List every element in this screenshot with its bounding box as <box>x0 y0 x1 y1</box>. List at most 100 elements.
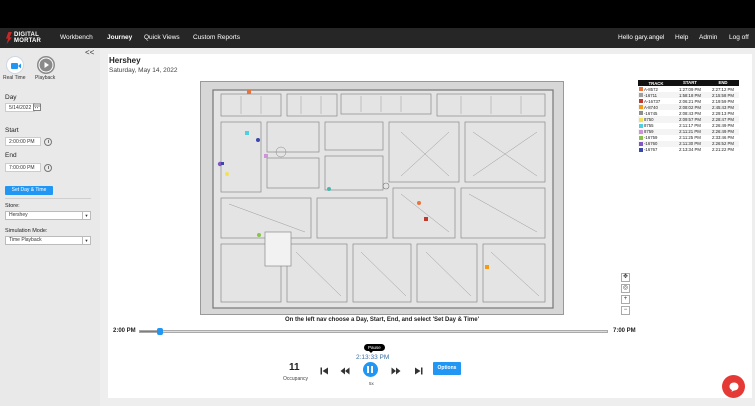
legend-track-cell: -16760 <box>638 141 673 146</box>
pause-speed-icon <box>367 366 373 373</box>
track-marker-a-8572[interactable] <box>247 90 251 94</box>
start-clock-icon[interactable] <box>44 138 52 146</box>
track-color-swatch <box>639 135 643 140</box>
legend-track-cell: -16745 <box>638 111 673 116</box>
track-color-swatch <box>639 111 643 116</box>
legend-row: 8750 2:09:57 PM 2:28:47 PM <box>638 116 739 123</box>
nav-journey[interactable]: Journey <box>107 34 132 41</box>
store-floor-plan[interactable] <box>200 81 564 315</box>
day-input[interactable]: 5/14/2022 <box>5 103 35 112</box>
legend-row: 8755 2:11:17 PM 2:26:49 PM <box>638 122 739 129</box>
legend-track-id: A-8740 <box>644 104 658 110</box>
store-select-value: Hershey <box>9 212 28 218</box>
logo-line2: MORTAR <box>14 38 42 44</box>
legend-start-cell: 2:09:57 PM <box>679 117 701 123</box>
legend-track-cell: A-8740 <box>638 105 673 110</box>
legend-row: -16711 1:58:18 PM 2:15:58 PM <box>638 92 739 99</box>
legend-col-start: START <box>682 80 697 85</box>
legend-row: A-8740 2:08:02 PM 2:45:43 PM <box>638 104 739 111</box>
track-marker-teal[interactable] <box>327 187 331 191</box>
track-legend: TRACK START END A-8572 1:27:09 PM 2:27:12 … <box>638 80 739 154</box>
chat-bubble-icon <box>729 382 738 392</box>
playback-button[interactable] <box>37 56 55 74</box>
legend-end-cell: 2:29:13 PM <box>712 110 734 116</box>
store-select[interactable]: Hershey ▼ <box>5 211 91 220</box>
legend-track-cell: -16767 <box>638 147 673 152</box>
legend-track-id: 8750 <box>644 117 654 123</box>
set-day-time-button[interactable]: Set Day & Time <box>5 186 53 195</box>
nav-custom-reports[interactable]: Custom Reports <box>193 34 240 41</box>
start-label: Start <box>5 127 19 134</box>
legend-track-id: -16760 <box>644 141 658 147</box>
collapse-sidebar-button[interactable]: << <box>85 48 94 57</box>
play-icon <box>38 57 54 73</box>
page-subtitle: Saturday, May 14, 2022 <box>109 67 178 74</box>
legend-row: -16759 2:11:25 PM 2:33:46 PM <box>638 134 739 141</box>
end-time-input[interactable]: 7:00:00 PM <box>5 163 41 172</box>
track-markers <box>217 90 489 269</box>
start-time-input[interactable]: 2:00:00 PM <box>5 137 41 146</box>
track-color-swatch <box>639 99 643 104</box>
playback-label: Playback <box>35 75 56 81</box>
track-marker-8759[interactable] <box>264 154 268 158</box>
skip-to-end-icon[interactable] <box>414 366 424 376</box>
realtime-button[interactable] <box>6 56 24 74</box>
legend-track-id: 8755 <box>644 123 654 129</box>
legend-track-id: A-16737 <box>644 98 661 104</box>
simulation-mode-value: Time Playback <box>9 237 42 243</box>
pause-button[interactable] <box>363 362 378 377</box>
track-marker-16759[interactable] <box>257 233 261 237</box>
simulation-mode-label: Simulation Mode: <box>5 228 48 234</box>
track-marker-8755[interactable] <box>245 131 249 135</box>
occupancy-value: 11 <box>289 362 300 373</box>
main-area: Hershey Saturday, May 14, 2022 TRACK STA… <box>100 48 755 406</box>
track-marker-a-16737[interactable] <box>424 217 428 221</box>
zoom-pan-button[interactable]: ✥ <box>621 273 630 282</box>
legend-start-cell: 2:06:21 PM <box>679 98 701 104</box>
rewind-icon[interactable] <box>340 366 350 376</box>
timeline-thumb[interactable] <box>157 328 164 335</box>
digital-mortar-logo[interactable]: DIGITAL MORTAR <box>6 30 41 46</box>
legend-col-track: TRACK <box>648 80 664 86</box>
legend-col-end: END <box>718 80 728 85</box>
logo-bolt-icon <box>6 32 12 44</box>
calendar-icon[interactable] <box>33 103 41 111</box>
legend-track-cell: 8750 <box>638 117 673 122</box>
track-color-swatch <box>639 105 643 110</box>
zoom-in-button[interactable]: + <box>621 295 630 304</box>
nav-help[interactable]: Help <box>675 34 688 41</box>
legend-start-cell: 2:08:43 PM <box>679 110 701 116</box>
legend-end-cell: 2:33:46 PM <box>712 135 734 141</box>
user-greeting: Hello gary.angel <box>618 34 665 41</box>
track-marker-cluster[interactable] <box>221 162 224 165</box>
legend-track-id: -16745 <box>644 110 658 116</box>
legend-track-cell: A-16737 <box>638 99 673 104</box>
journey-card: Hershey Saturday, May 14, 2022 TRACK STA… <box>108 54 752 398</box>
legend-end-cell: 2:26:49 PM <box>712 129 734 135</box>
simulation-mode-select[interactable]: Time Playback ▼ <box>5 236 91 245</box>
track-marker-a-8740[interactable] <box>485 265 489 269</box>
zoom-out-button[interactable]: − <box>621 306 630 315</box>
track-marker-16767[interactable] <box>256 138 260 142</box>
nav-admin[interactable]: Admin <box>699 34 717 41</box>
nav-logoff[interactable]: Log off <box>729 34 749 41</box>
video-camera-icon <box>11 63 21 69</box>
track-color-swatch <box>639 87 643 92</box>
nav-workbench[interactable]: Workbench <box>60 34 93 41</box>
track-marker-8750[interactable] <box>225 172 229 176</box>
track-marker-orange[interactable] <box>417 201 421 205</box>
legend-start-cell: 1:27:09 PM <box>679 86 701 92</box>
skip-to-start-icon[interactable] <box>319 366 329 376</box>
reset-view-button[interactable]: ◎ <box>621 284 630 293</box>
legend-track-cell: -16759 <box>638 135 673 140</box>
chevron-down-icon: ▼ <box>82 237 90 244</box>
fast-forward-icon[interactable] <box>391 366 401 376</box>
options-button[interactable]: Options <box>433 362 461 375</box>
legend-end-cell: 2:21:22 PM <box>712 147 734 153</box>
nav-quick-views[interactable]: Quick Views <box>144 34 180 41</box>
track-color-swatch <box>639 147 643 152</box>
legend-row: -16760 2:11:30 PM 2:26:52 PM <box>638 140 739 147</box>
chat-button[interactable] <box>722 375 745 398</box>
timeline-slider[interactable] <box>139 330 608 333</box>
end-clock-icon[interactable] <box>44 164 52 172</box>
